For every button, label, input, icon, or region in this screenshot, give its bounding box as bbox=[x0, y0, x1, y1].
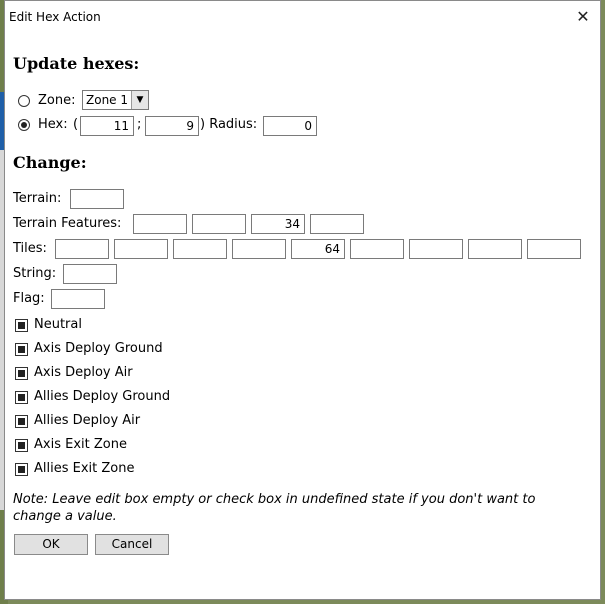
zone-radio[interactable] bbox=[18, 95, 30, 107]
allies-exit-zone-label: Allies Exit Zone bbox=[34, 461, 135, 476]
tile-field-5[interactable]: 64 bbox=[291, 239, 345, 259]
tile-field-8[interactable] bbox=[468, 239, 522, 259]
allies-deploy-ground-label: Allies Deploy Ground bbox=[34, 389, 171, 404]
terrain-label: Terrain: bbox=[13, 191, 62, 206]
feature-field-4[interactable] bbox=[310, 214, 364, 234]
chevron-down-icon[interactable]: ▼ bbox=[131, 91, 148, 109]
terrain-field[interactable] bbox=[70, 189, 124, 209]
axis-deploy-air-label: Axis Deploy Air bbox=[34, 365, 133, 380]
tile-field-1[interactable] bbox=[55, 239, 109, 259]
string-field[interactable] bbox=[63, 264, 117, 284]
window-title: Edit Hex Action bbox=[9, 10, 101, 24]
cancel-button[interactable]: Cancel bbox=[95, 534, 169, 555]
hex-separator: ; bbox=[137, 117, 142, 132]
feature-field-2[interactable] bbox=[192, 214, 246, 234]
axis-deploy-ground-checkbox[interactable] bbox=[15, 343, 28, 356]
axis-deploy-air-checkbox[interactable] bbox=[15, 367, 28, 380]
tile-field-2[interactable] bbox=[114, 239, 168, 259]
zone-select-value: Zone 1 bbox=[86, 93, 128, 107]
allies-deploy-air-label: Allies Deploy Air bbox=[34, 413, 141, 428]
change-heading: Change: bbox=[13, 153, 87, 172]
ok-button[interactable]: OK bbox=[14, 534, 88, 555]
zone-label: Zone: bbox=[38, 93, 76, 108]
tile-field-6[interactable] bbox=[350, 239, 404, 259]
note-text: Note: Leave edit box empty or check box … bbox=[13, 492, 536, 524]
allies-deploy-air-checkbox[interactable] bbox=[15, 415, 28, 428]
axis-exit-zone-checkbox[interactable] bbox=[15, 439, 28, 452]
neutral-checkbox[interactable] bbox=[15, 319, 28, 332]
title-bar: Edit Hex Action ✕ bbox=[5, 1, 600, 33]
flag-label: Flag: bbox=[13, 291, 45, 306]
hex-open-paren: ( bbox=[73, 117, 79, 132]
tiles-label: Tiles: bbox=[13, 241, 47, 256]
hex-label: Hex: bbox=[38, 117, 68, 132]
update-hexes-heading: Update hexes: bbox=[13, 54, 140, 73]
tile-field-4[interactable] bbox=[232, 239, 286, 259]
edit-hex-action-dialog: Edit Hex Action ✕ Update hexes: Zone: Zo… bbox=[4, 0, 601, 600]
radius-label: ) Radius: bbox=[200, 117, 258, 132]
string-label: String: bbox=[13, 266, 57, 281]
flag-field[interactable] bbox=[51, 289, 105, 309]
tile-field-3[interactable] bbox=[173, 239, 227, 259]
feature-field-1[interactable] bbox=[133, 214, 187, 234]
close-icon[interactable]: ✕ bbox=[572, 6, 594, 28]
tile-field-9[interactable] bbox=[527, 239, 581, 259]
allies-deploy-ground-checkbox[interactable] bbox=[15, 391, 28, 404]
hex-radio[interactable] bbox=[18, 119, 30, 131]
terrain-features-label: Terrain Features: bbox=[13, 216, 122, 231]
axis-exit-zone-label: Axis Exit Zone bbox=[34, 437, 127, 452]
zone-select[interactable]: Zone 1 ▼ bbox=[82, 90, 149, 110]
radius-field[interactable]: 0 bbox=[263, 116, 317, 136]
neutral-label: Neutral bbox=[34, 317, 82, 332]
feature-field-3[interactable]: 34 bbox=[251, 214, 305, 234]
hex-y-field[interactable]: 9 bbox=[145, 116, 199, 136]
hex-x-field[interactable]: 11 bbox=[80, 116, 134, 136]
allies-exit-zone-checkbox[interactable] bbox=[15, 463, 28, 476]
axis-deploy-ground-label: Axis Deploy Ground bbox=[34, 341, 163, 356]
tile-field-7[interactable] bbox=[409, 239, 463, 259]
